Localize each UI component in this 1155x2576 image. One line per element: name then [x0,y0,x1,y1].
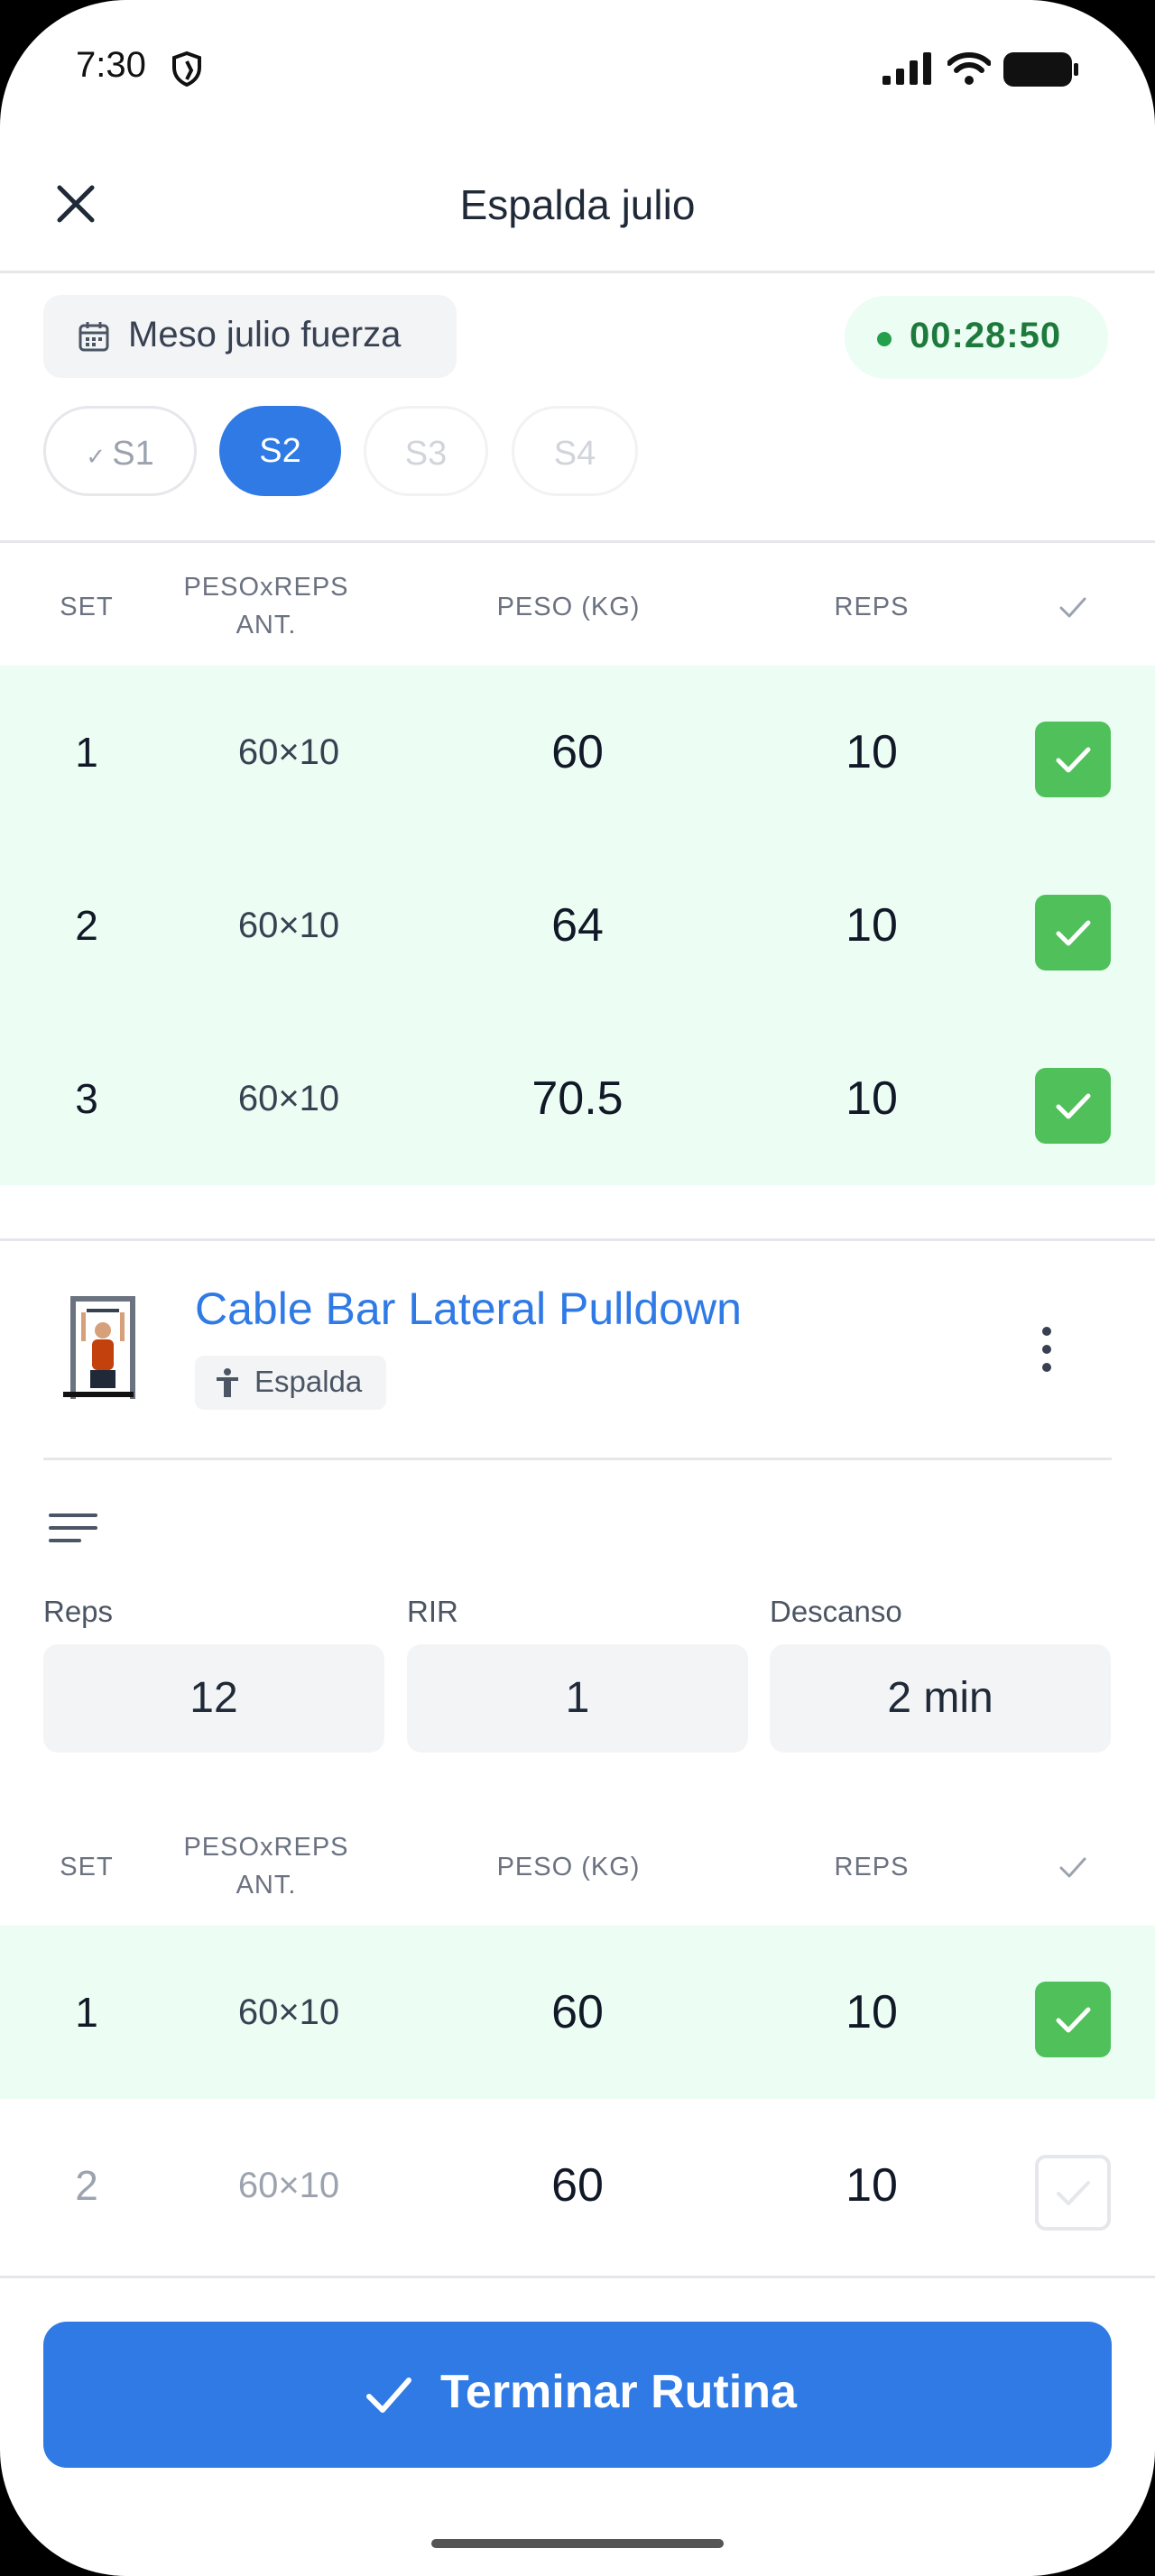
reps-input[interactable]: 10 [781,1012,962,1185]
col-header-reps: REPS [834,593,910,621]
muscle-tag: Espalda [195,1356,386,1410]
weight-input[interactable]: 60 [487,1926,668,2099]
divider [0,540,1155,543]
muscle-label: Espalda [254,1365,363,1398]
set-number: 1 [75,729,98,776]
check-icon [366,2378,411,2413]
previous-value: 60×10 [237,1992,340,2032]
battery-icon [1003,52,1078,87]
rest-time-field[interactable]: 2 min [770,1644,1111,1753]
rest-label: Descanso [770,1595,902,1628]
session-chip-s3[interactable]: S3 [364,406,488,496]
set-number: 2 [75,902,98,949]
target-reps-field[interactable]: 12 [43,1644,384,1753]
set-row: 1 60×10 60 10 [0,1926,1155,2099]
phone-screen: 7:30 Espalda julio Meso julio fuerza 00:… [0,0,1155,2576]
set-complete-checkbox[interactable] [1035,1982,1111,2057]
check-icon [1056,747,1091,773]
reps-input[interactable]: 10 [781,2099,962,2272]
finish-routine-label: Terminar Rutina [440,2366,797,2418]
signal-icon [882,52,931,85]
previous-value: 60×10 [237,2166,340,2205]
mesocycle-label: Meso julio fuerza [128,315,402,354]
set-number: 1 [75,1989,98,2036]
timer-running-dot [877,332,892,346]
set-number: 2 [75,2162,98,2209]
check-icon [1059,1857,1086,1878]
calendar-icon [79,322,109,352]
previous-value: 60×10 [237,1079,340,1118]
divider [0,1238,1155,1241]
check-icon [1059,597,1086,618]
session-chip-s2[interactable]: S2 [219,406,341,496]
shield-icon [172,51,201,87]
set-row: 2 60×10 64 10 [0,839,1155,1012]
rir-label: RIR [407,1595,458,1628]
exercise-name[interactable]: Cable Bar Lateral Pulldown [195,1283,742,1335]
set-row: 2 60×10 60 10 [0,2099,1155,2272]
check-icon [1056,1093,1091,1119]
weight-input[interactable]: 60 [487,666,668,839]
previous-value: 60×10 [237,906,340,945]
cable-machine-illustration [63,1296,135,1399]
more-options-icon[interactable] [1036,1324,1058,1375]
notes-icon[interactable] [49,1511,97,1547]
status-time: 7:30 [76,45,146,85]
set-number: 3 [75,1075,98,1122]
col-header-prev: PESOxREPS ANT. [183,1833,349,1900]
status-bar: 7:30 [0,0,1155,135]
previous-value: 60×10 [237,732,340,772]
divider [0,2276,1155,2278]
check-icon [1057,2181,1090,2205]
target-rir-field[interactable]: 1 [407,1644,748,1753]
col-header-reps: REPS [834,1853,910,1881]
col-header-peso: PESO (KG) [496,1853,641,1881]
page-title: Espalda julio [459,181,696,228]
reps-label: Reps [43,1595,114,1628]
timer-value: 00:28:50 [910,316,1062,355]
reps-input[interactable]: 10 [781,839,962,1012]
set-complete-checkbox[interactable] [1035,895,1111,971]
set-row: 1 60×10 60 10 [0,666,1155,839]
col-header-set: SET [60,1853,114,1881]
reps-input[interactable]: 10 [781,666,962,839]
divider [43,1458,1112,1460]
session-chip-s4[interactable]: S4 [512,406,638,496]
exercise-thumbnail [43,1285,162,1412]
home-indicator[interactable] [431,2539,724,2548]
weight-input[interactable]: 70.5 [487,1012,668,1185]
wifi-icon [947,52,991,85]
col-header-prev: PESOxREPS ANT. [183,573,349,639]
set-row: 3 60×10 70.5 10 [0,1012,1155,1185]
check-icon [1056,2007,1091,2033]
set-complete-checkbox[interactable] [1035,2155,1111,2231]
check-icon [1056,920,1091,946]
weight-input[interactable]: 60 [487,2099,668,2272]
reps-input[interactable]: 10 [781,1926,962,2099]
workout-timer: 00:28:50 [845,296,1108,379]
set-complete-checkbox[interactable] [1035,722,1111,797]
mesocycle-chip[interactable]: Meso julio fuerza [43,295,457,378]
finish-routine-button[interactable]: Terminar Rutina [43,2322,1112,2468]
check-icon: ✓ [86,443,113,470]
body-icon [217,1368,238,1397]
weight-input[interactable]: 64 [487,839,668,1012]
col-header-set: SET [60,593,114,621]
set-complete-checkbox[interactable] [1035,1068,1111,1144]
session-chip-s1[interactable]: ✓ S1 [43,406,197,496]
col-header-peso: PESO (KG) [496,593,641,621]
